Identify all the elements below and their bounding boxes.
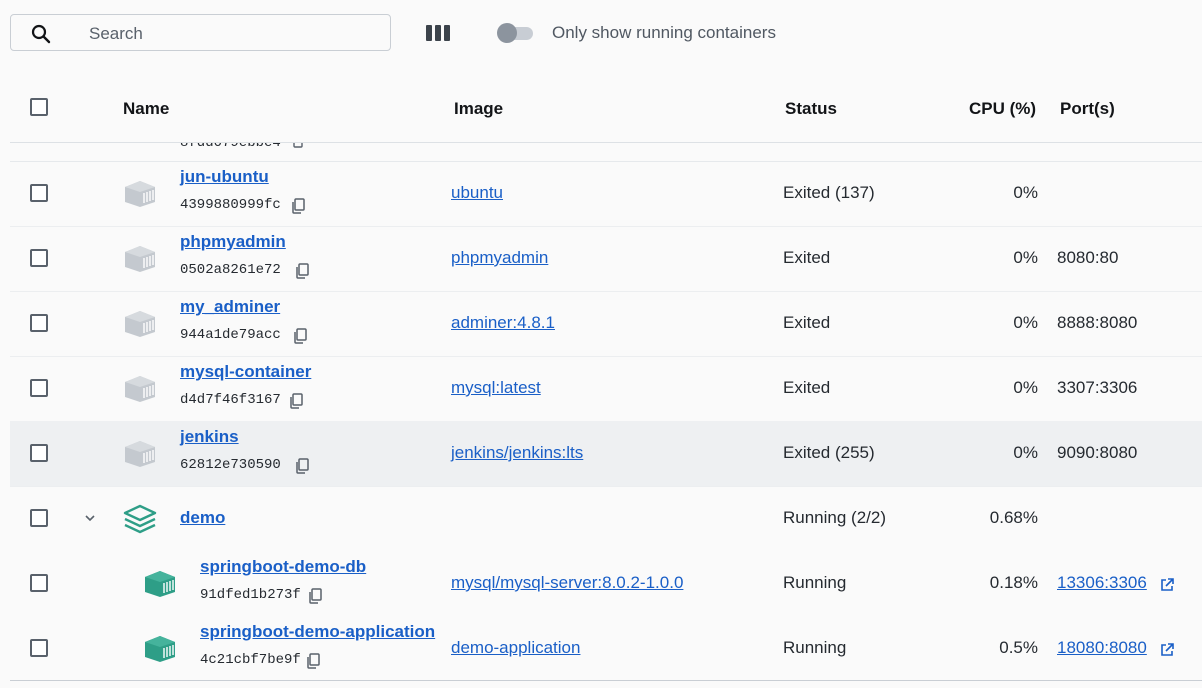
column-header-status[interactable]: Status: [785, 99, 837, 119]
row-checkbox[interactable]: [30, 639, 48, 657]
cpu-usage: 0%: [1013, 183, 1038, 202]
external-link-icon[interactable]: [1160, 643, 1174, 657]
table-row[interactable]: jun-ubuntu 4399880999fc ubuntu Exited (1…: [10, 161, 1202, 227]
status-text: Running: [783, 638, 847, 657]
cpu-usage: 0.18%: [989, 573, 1038, 592]
status-text: Exited: [783, 378, 831, 397]
image-link[interactable]: demo-application: [451, 638, 580, 658]
toggle-label: Only show running containers: [552, 23, 776, 42]
column-header-name[interactable]: Name: [123, 99, 169, 119]
port-mapping: 8888:8080: [1057, 313, 1138, 332]
image-link[interactable]: phpmyadmin: [451, 248, 548, 268]
copy-icon[interactable]: [289, 393, 304, 409]
table-row-partial: 8fdd079ebbe4: [10, 143, 1202, 162]
container-icon: [125, 441, 155, 467]
group-name-link[interactable]: demo: [180, 508, 225, 528]
copy-icon[interactable]: [295, 458, 310, 474]
container-id: 91dfed1b273f: [200, 587, 301, 603]
status-text: Exited (255): [783, 443, 875, 462]
row-checkbox[interactable]: [30, 184, 48, 202]
table-row[interactable]: springboot-demo-db 91dfed1b273f mysql/my…: [10, 551, 1202, 616]
table-row[interactable]: springboot-demo-application 4c21cbf7be9f…: [10, 616, 1202, 681]
container-name-link[interactable]: springboot-demo-db: [200, 557, 366, 577]
container-name-link[interactable]: my_adminer: [180, 297, 280, 317]
container-name-link[interactable]: phpmyadmin: [180, 232, 286, 252]
row-checkbox[interactable]: [30, 249, 48, 267]
port-link[interactable]: 13306:3306: [1057, 573, 1147, 593]
cpu-usage: 0%: [1013, 378, 1038, 397]
copy-icon[interactable]: [293, 328, 308, 344]
table-row[interactable]: jenkins 62812e730590 jenkins/jenkins:lts…: [10, 421, 1202, 487]
compose-group-row[interactable]: demo Running (2/2) 0.68%: [10, 486, 1202, 551]
row-checkbox[interactable]: [30, 314, 48, 332]
select-all-checkbox[interactable]: [30, 98, 48, 116]
table-row[interactable]: mysql-container d4d7f46f3167 mysql:lates…: [10, 356, 1202, 422]
cpu-usage: 0%: [1013, 313, 1038, 332]
table-row[interactable]: phpmyadmin 0502a8261e72 phpmyadmin Exite…: [10, 226, 1202, 292]
toggle-knob: [497, 23, 517, 43]
status-text: Exited (137): [783, 183, 875, 202]
port-link[interactable]: 18080:8080: [1057, 638, 1147, 658]
row-checkbox[interactable]: [30, 444, 48, 462]
image-link[interactable]: jenkins/jenkins:lts: [451, 443, 583, 463]
running-only-toggle[interactable]: [497, 23, 535, 43]
chevron-down-icon[interactable]: [84, 513, 96, 523]
container-name-link[interactable]: mysql-container: [180, 362, 311, 382]
image-link[interactable]: ubuntu: [451, 183, 503, 203]
column-header-cpu[interactable]: CPU (%): [969, 99, 1036, 119]
container-icon: [125, 181, 155, 207]
cpu-usage: 0.68%: [989, 508, 1038, 527]
status-text: Running (2/2): [783, 508, 887, 527]
search-input[interactable]: [87, 21, 381, 47]
image-link[interactable]: mysql/mysql-server:8.0.2-1.0.0: [451, 573, 683, 593]
search-icon: [31, 24, 51, 44]
port-mapping: 3307:3306: [1057, 378, 1138, 397]
search-box[interactable]: [10, 14, 391, 51]
external-link-icon[interactable]: [1160, 578, 1174, 592]
column-header-image[interactable]: Image: [454, 99, 503, 119]
container-icon: [145, 571, 175, 597]
cpu-usage: 0.5%: [999, 638, 1038, 657]
container-id: 62812e730590: [180, 457, 281, 473]
stack-icon: [123, 504, 157, 534]
copy-icon[interactable]: [291, 198, 306, 214]
port-mapping: 8080:80: [1057, 248, 1119, 267]
copy-icon[interactable]: [306, 653, 321, 669]
status-text: Exited: [783, 248, 831, 267]
container-icon: [125, 376, 155, 402]
table-row[interactable]: my_adminer 944a1de79acc adminer:4.8.1 Ex…: [10, 291, 1202, 357]
copy-icon[interactable]: [295, 263, 310, 279]
container-icon: [125, 311, 155, 337]
row-checkbox[interactable]: [30, 509, 48, 527]
status-text: Running: [783, 573, 847, 592]
table-bottom-divider: [10, 680, 1202, 681]
table-header: Name Image Status CPU (%) Port(s): [10, 75, 1202, 143]
copy-icon[interactable]: [308, 588, 323, 604]
image-link[interactable]: adminer:4.8.1: [451, 313, 555, 333]
container-id: 8fdd079ebbe4: [180, 143, 281, 151]
container-icon: [145, 636, 175, 662]
image-link[interactable]: mysql:latest: [451, 378, 541, 398]
container-icon: [125, 246, 155, 272]
container-name-link[interactable]: jenkins: [180, 427, 239, 447]
container-id: d4d7f46f3167: [180, 392, 281, 408]
status-text: Exited: [783, 313, 831, 332]
container-id: 0502a8261e72: [180, 262, 281, 278]
container-name-link[interactable]: springboot-demo-application: [200, 622, 435, 642]
container-id: 4c21cbf7be9f: [200, 652, 301, 668]
columns-icon[interactable]: [425, 24, 451, 42]
row-checkbox[interactable]: [30, 379, 48, 397]
container-id: 4399880999fc: [180, 197, 281, 213]
container-name-link[interactable]: jun-ubuntu: [180, 167, 269, 187]
container-id: 944a1de79acc: [180, 327, 281, 343]
column-header-ports[interactable]: Port(s): [1060, 99, 1115, 119]
port-mapping: 9090:8080: [1057, 443, 1138, 462]
cpu-usage: 0%: [1013, 443, 1038, 462]
copy-icon[interactable]: [291, 143, 303, 149]
row-checkbox[interactable]: [30, 574, 48, 592]
cpu-usage: 0%: [1013, 248, 1038, 267]
